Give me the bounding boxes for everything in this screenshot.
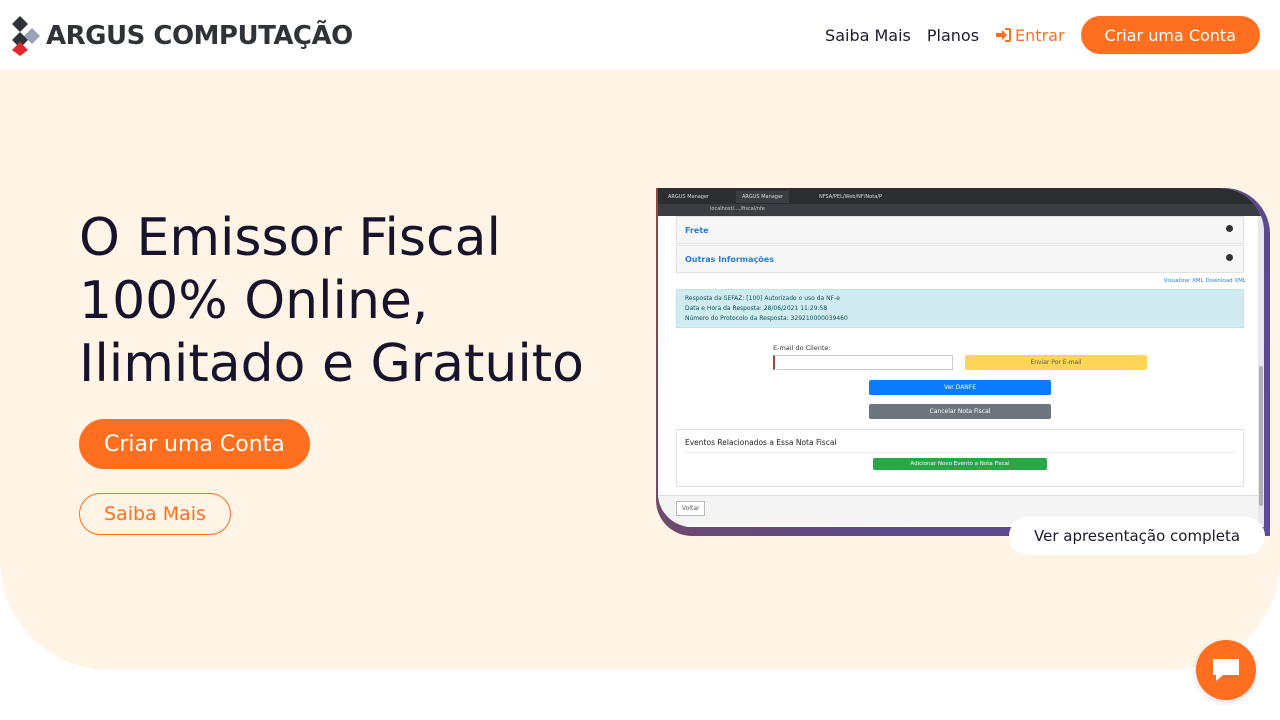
alert-line: Resposta da SEFAZ: [100] Autorizado o us… (685, 295, 840, 302)
cancel-note-button: Cancelar Nota Fiscal (869, 404, 1051, 419)
screenshot-page: Frete Outras Informações Visualizar XML … (658, 216, 1258, 527)
view-danfe-button: Ver DANFE (869, 380, 1051, 395)
send-email-button: Enviar Por E-mail (965, 355, 1147, 370)
add-event-button: Adicionar Novo Evento a Nota Fiscal (873, 458, 1047, 470)
argus-logo-icon (12, 16, 40, 56)
info-icon (1226, 254, 1233, 261)
hero-title-line-2: 100% Online, (79, 271, 429, 331)
outras-informacoes-label: Outras Informações (685, 255, 774, 264)
hero-section: O Emissor Fiscal 100% Online, Ilimitado … (0, 70, 1280, 670)
nav-links: Saiba Mais Planos Entrar Criar uma Conta (825, 16, 1260, 54)
info-icon (1226, 225, 1233, 232)
alert-line: Data e Hora da Resposta: 28/06/2021 11:2… (685, 305, 828, 312)
email-field (773, 355, 953, 370)
browser-tab: ARGUS Manager (736, 191, 790, 203)
browser-tab-bar: ARGUS Manager ARGUS Manager NFSA/PEL/Web… (658, 188, 1264, 204)
hero-create-account-button[interactable]: Criar uma Conta (79, 419, 310, 469)
top-navbar: ARGUS COMPUTAÇÃO Saiba Mais Planos Entra… (0, 0, 1280, 70)
browser-tab: ARGUS Manager (668, 194, 710, 200)
events-panel: Eventos Relacionados a Essa Nota Fiscal … (676, 429, 1244, 487)
product-screenshot[interactable]: ARGUS Manager ARGUS Manager NFSA/PEL/Web… (656, 188, 1270, 536)
sefaz-response-alert: Resposta da SEFAZ: [100] Autorizado o us… (676, 289, 1244, 328)
xml-links: Visualizar XML Download XML (1163, 278, 1246, 284)
frete-row: Frete (676, 216, 1244, 244)
sign-in-icon (996, 28, 1012, 42)
brand-name: ARGUS COMPUTAÇÃO (46, 21, 353, 51)
nav-link-saiba-mais[interactable]: Saiba Mais (825, 26, 911, 45)
browser-address-bar: localhost/..../fiscal/nfe (658, 204, 1264, 216)
scrollbar (1258, 216, 1264, 527)
chat-widget-button[interactable] (1196, 640, 1256, 700)
browser-tab: NFSA/PEL/Web/NF/Nota/P (819, 194, 882, 200)
brand-logo[interactable]: ARGUS COMPUTAÇÃO (12, 16, 353, 56)
alert-line: Número do Protocolo da Resposta: 3292100… (685, 315, 848, 322)
hero-learn-more-button[interactable]: Saiba Mais (79, 493, 231, 535)
view-presentation-button[interactable]: Ver apresentação completa (1009, 517, 1266, 555)
hero-title-line-3: Ilimitado e Gratuito (79, 334, 584, 394)
events-title: Eventos Relacionados a Essa Nota Fiscal (685, 438, 837, 447)
outras-informacoes-row: Outras Informações (676, 245, 1244, 273)
hero-title: O Emissor Fiscal 100% Online, Ilimitado … (79, 207, 619, 396)
nav-login-link[interactable]: Entrar (995, 25, 1065, 45)
screenshot-frame: ARGUS Manager ARGUS Manager NFSA/PEL/Web… (658, 188, 1264, 527)
nav-login-label: Entrar (1015, 25, 1065, 45)
scrollbar-thumb (1259, 366, 1263, 506)
chat-bubble-icon (1213, 659, 1239, 681)
back-button: Voltar (676, 501, 706, 516)
hero-title-line-1: O Emissor Fiscal (79, 208, 501, 268)
nav-create-account-button[interactable]: Criar uma Conta (1080, 16, 1260, 54)
browser-address: localhost/..../fiscal/nfe (710, 206, 765, 212)
divider (685, 452, 1235, 453)
nav-link-planos[interactable]: Planos (927, 26, 979, 45)
frete-label: Frete (685, 226, 709, 235)
email-label: E-mail do Cliente: (773, 344, 831, 352)
